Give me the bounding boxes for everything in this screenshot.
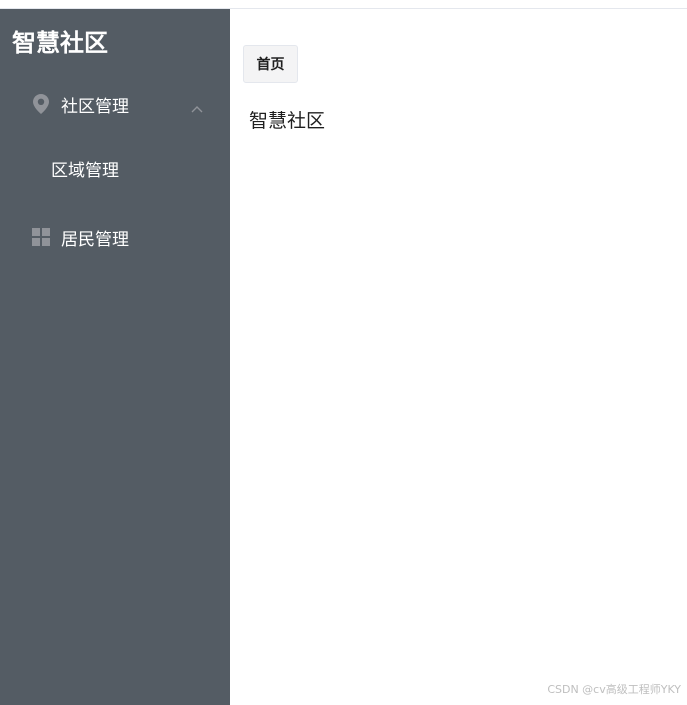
main-content: 首页 智慧社区 — [230, 9, 687, 705]
chevron-up-icon — [190, 99, 204, 113]
grid-icon — [32, 228, 50, 246]
watermark: CSDN @cv高级工程师YKY — [547, 683, 681, 696]
brand-title: 智慧社区 — [12, 29, 108, 57]
menu-item-community[interactable]: 社区管理 — [0, 76, 230, 132]
location-pin-icon — [32, 94, 50, 114]
page-content-text: 智慧社区 — [249, 110, 326, 132]
menu-item-residents[interactable]: 居民管理 — [0, 209, 230, 265]
menu-item-label: 居民管理 — [61, 229, 129, 250]
tab-home[interactable]: 首页 — [243, 45, 298, 83]
menu-item-area[interactable]: 区域管理 — [0, 140, 230, 196]
menu-item-label: 区域管理 — [51, 160, 119, 181]
app-window: 智慧社区 社区管理 区域管理 居民管理 首页 智慧社区 CSDN @cv高级工程… — [0, 0, 687, 705]
menu-item-label: 社区管理 — [61, 96, 129, 117]
sidebar: 智慧社区 社区管理 区域管理 居民管理 — [0, 9, 230, 705]
